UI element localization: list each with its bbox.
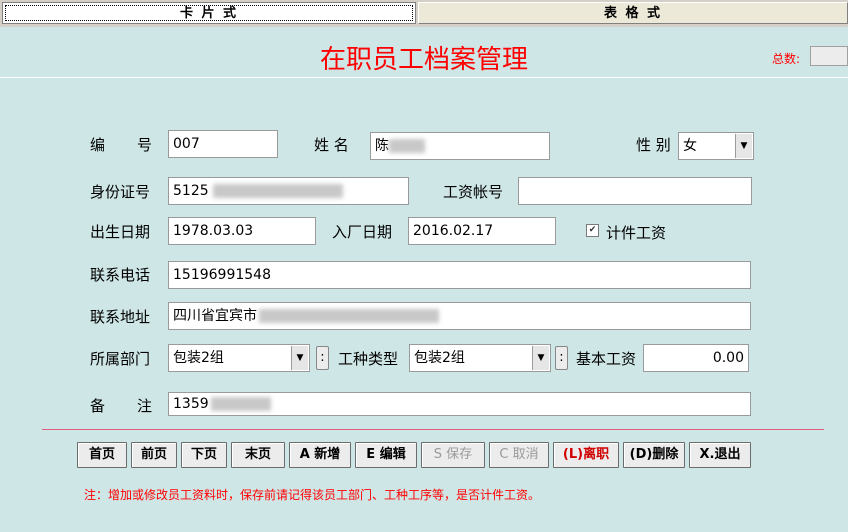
phone-field[interactable]: 15196991548	[168, 261, 751, 289]
page-title: 在职员工档案管理	[319, 45, 528, 75]
total-count-field	[810, 46, 848, 66]
name-value: 陈	[375, 138, 389, 154]
birthdate-label: 出生日期	[90, 223, 151, 241]
divider	[42, 429, 824, 430]
entrydate-label: 入厂日期	[332, 223, 393, 241]
name-label: 姓 名	[314, 136, 349, 154]
department-picker-button[interactable]: :	[316, 346, 329, 370]
basesalary-label: 基本工资	[576, 350, 637, 368]
address-label: 联系地址	[90, 308, 151, 326]
address-value: 四川省宜宾市	[173, 308, 257, 324]
footer-note: 注：增加或修改员工资料时，保存前请记得该员工部门、工种工序等，是否计件工资。	[84, 488, 541, 502]
last-page-button[interactable]: 末页	[231, 442, 285, 468]
department-select[interactable]: 包装2组 ▼	[168, 344, 310, 372]
idcard-field[interactable]: 5125	[168, 177, 409, 205]
worktype-label: 工种类型	[338, 350, 399, 368]
chevron-down-icon[interactable]: ▼	[532, 346, 549, 370]
idcard-label: 身份证号	[90, 183, 151, 201]
edit-button[interactable]: E 编辑	[355, 442, 417, 468]
payaccount-field[interactable]	[518, 177, 752, 205]
idcard-value: 5125	[173, 183, 209, 199]
department-label: 所属部门	[90, 350, 151, 368]
tab-bar: 卡 片 式 表 格 式	[0, 0, 848, 27]
next-page-button[interactable]: 下页	[181, 442, 227, 468]
remark-field[interactable]: 1359	[168, 392, 751, 416]
cancel-button[interactable]: C 取消	[489, 442, 549, 468]
id-field[interactable]: 007	[168, 130, 278, 158]
redaction-blur	[210, 397, 271, 411]
department-value: 包装2组	[173, 350, 224, 366]
delete-button[interactable]: (D)删除	[623, 442, 685, 468]
tab-table-label: 表 格 式	[603, 6, 663, 21]
save-button[interactable]: S 保存	[421, 442, 485, 468]
gender-select[interactable]: 女 ▼	[678, 132, 754, 160]
basesalary-field[interactable]: 0.00	[643, 344, 749, 372]
birthdate-field[interactable]: 1978.03.03	[168, 217, 316, 245]
piecework-checkbox[interactable]: ✔	[586, 224, 599, 237]
phone-label: 联系电话	[90, 266, 151, 284]
worktype-picker-button[interactable]: :	[555, 346, 568, 370]
entrydate-field[interactable]: 2016.02.17	[408, 217, 556, 245]
redaction-blur	[259, 309, 439, 323]
chevron-down-icon[interactable]: ▼	[735, 134, 752, 158]
tab-table-view[interactable]: 表 格 式	[418, 2, 848, 24]
gender-value: 女	[683, 138, 697, 154]
piecework-label: 计件工资	[606, 224, 667, 242]
tab-card-view[interactable]: 卡 片 式	[2, 2, 416, 24]
redaction-blur	[389, 139, 425, 153]
chevron-down-icon[interactable]: ▼	[291, 346, 308, 370]
add-button[interactable]: A 新增	[289, 442, 351, 468]
total-label: 总数:	[772, 52, 801, 66]
worktype-value: 包装2组	[414, 350, 465, 366]
first-page-button[interactable]: 首页	[77, 442, 127, 468]
redaction-blur	[212, 184, 343, 198]
name-field[interactable]: 陈	[370, 132, 550, 160]
resign-button[interactable]: (L)离职	[553, 442, 619, 468]
address-field[interactable]: 四川省宜宾市	[168, 302, 751, 330]
gender-label: 性 别	[636, 136, 671, 154]
worktype-select[interactable]: 包装2组 ▼	[409, 344, 551, 372]
payaccount-label: 工资帐号	[443, 183, 504, 201]
prev-page-button[interactable]: 前页	[131, 442, 177, 468]
exit-button[interactable]: X.退出	[689, 442, 751, 468]
header: 在职员工档案管理 总数:	[0, 27, 848, 78]
remark-value: 1359	[173, 396, 209, 412]
